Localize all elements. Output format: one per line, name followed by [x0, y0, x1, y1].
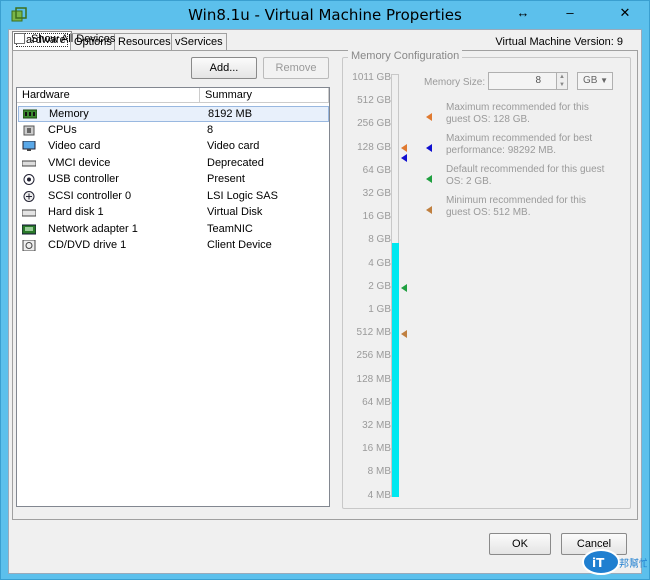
memory-slider-fill — [392, 243, 399, 497]
memory-scale-label: 32 GB — [362, 188, 391, 199]
legend-max-recommended: Maximum recommended for this guest OS: 1… — [446, 102, 589, 125]
scsi-icon — [23, 191, 35, 202]
default-recommended-marker — [401, 284, 407, 292]
memory-scale-label: 32 MB — [362, 420, 391, 431]
remove-device-button[interactable]: Remove — [263, 57, 329, 79]
title-bar[interactable]: Win8.1u - Virtual Machine Properties ↔ –… — [1, 1, 649, 29]
max-performance-marker — [401, 154, 407, 162]
hardware-row-name: Memory — [49, 108, 89, 120]
restore-icon[interactable]: ↔ — [509, 3, 537, 23]
memory-scale-label: 8 GB — [368, 234, 391, 246]
legend-min-recommended: Minimum recommended for this guest OS: 5… — [446, 195, 587, 218]
hardware-row-summary: 8192 MB — [208, 108, 253, 120]
svg-text:iT: iT — [592, 556, 605, 570]
memory-size-label: Memory Size: — [424, 77, 486, 88]
legend-max-performance: Maximum recommended for best performance… — [446, 133, 593, 156]
memory-scale-label: 2 GB — [368, 280, 391, 292]
memory-scale-label: 1 GB — [368, 304, 391, 315]
memory-scale-label: 128 MB — [356, 373, 391, 385]
tab-resources[interactable]: Resources — [114, 33, 175, 51]
memory-scale-label: 64 MB — [362, 396, 391, 408]
memory-scale-label: 64 GB — [362, 164, 391, 176]
window-title: Win8.1u - Virtual Machine Properties — [188, 6, 462, 24]
memory-scale-label: 256 MB — [356, 350, 391, 362]
hardware-row-network[interactable]: Network adapter 1 TeamNIC — [18, 222, 329, 238]
hardware-row-name: CD/DVD drive 1 — [48, 239, 127, 251]
memory-scale-label: 256 GB — [357, 118, 391, 130]
memory-icon — [23, 109, 37, 119]
memory-scale-label: 512 GB — [357, 95, 391, 107]
hardware-row-summary: LSI Logic SAS — [207, 190, 278, 202]
close-button[interactable]: ✕ — [611, 3, 639, 23]
memory-size-input[interactable]: 8 — [488, 72, 558, 90]
checkbox-box[interactable] — [14, 33, 25, 44]
hardware-row-cpus[interactable]: CPUs 8 — [18, 123, 329, 139]
memory-scale-label: 4 MB — [367, 489, 391, 501]
hardware-list[interactable]: Hardware Summary Memory 8192 MB CPUs 8 V… — [16, 87, 330, 507]
memory-scale-label: 8 MB — [367, 466, 391, 478]
hardware-row-memory[interactable]: Memory 8192 MB — [18, 106, 329, 122]
hardware-row-name: CPUs — [48, 124, 77, 136]
hardware-row-name: Hard disk 1 — [48, 206, 104, 218]
memory-configuration-title: Memory Configuration — [348, 50, 463, 62]
network-icon — [22, 224, 36, 235]
hardware-row-hard-disk[interactable]: Hard disk 1 Virtual Disk — [18, 205, 329, 221]
hardware-row-vmci[interactable]: VMCI device Deprecated — [18, 156, 329, 172]
column-header-summary[interactable]: Summary — [200, 88, 329, 103]
hardware-row-name: USB controller — [48, 173, 119, 185]
hardware-row-summary: 8 — [207, 124, 214, 136]
hardware-row-scsi[interactable]: SCSI controller 0 LSI Logic SAS — [18, 189, 329, 205]
hardware-row-video-card[interactable]: Video card Video card — [18, 139, 329, 155]
legend-max-performance-icon — [426, 144, 432, 152]
usb-icon — [23, 174, 35, 185]
memory-scale-label: 128 GB — [357, 141, 391, 153]
ok-button[interactable]: OK — [489, 533, 551, 555]
memory-scale-label: 16 GB — [362, 211, 391, 223]
legend-default-recommended: Default recommended for this guest OS: 2… — [446, 164, 605, 187]
minimize-button[interactable]: – — [556, 3, 584, 23]
memory-size-spinner[interactable]: ▲ ▼ — [556, 72, 568, 90]
disk-icon — [22, 209, 36, 217]
vm-version-label: Virtual Machine Version: 9 — [495, 36, 623, 48]
hardware-row-name: Network adapter 1 — [48, 223, 138, 235]
tab-vservices[interactable]: vServices — [171, 33, 227, 51]
hardware-row-summary: Virtual Disk — [207, 206, 263, 218]
vmci-icon — [22, 160, 36, 167]
memory-scale-label: 512 MB — [356, 327, 391, 339]
memory-scale-label: 4 GB — [368, 257, 391, 269]
hardware-row-name: Video card — [48, 140, 101, 152]
max-recommended-marker — [401, 144, 407, 152]
monitor-icon — [22, 141, 36, 151]
memory-scale-label: 16 MB — [362, 443, 391, 455]
hardware-row-name: VMCI device — [48, 157, 111, 169]
memory-unit-select[interactable]: GB ▼ — [577, 72, 613, 90]
legend-min-recommended-icon — [426, 206, 432, 214]
hardware-row-summary: Video card — [207, 140, 260, 152]
hardware-row-summary: Present — [207, 173, 245, 185]
ithome-watermark-logo: iT 邦幫忙 — [582, 549, 647, 575]
hardware-row-name: SCSI controller 0 — [48, 190, 132, 202]
legend-default-recommended-icon — [426, 175, 432, 183]
min-recommended-marker — [401, 330, 407, 338]
memory-scale-label: 1011 GB — [352, 72, 391, 83]
hardware-row-summary: Deprecated — [207, 157, 264, 169]
cpu-icon — [23, 125, 35, 136]
watermark-text: 邦幫忙 — [619, 557, 647, 570]
hardware-row-summary: TeamNIC — [207, 223, 253, 235]
hardware-row-usb[interactable]: USB controller Present — [18, 172, 329, 188]
cdrom-icon — [22, 240, 36, 251]
hardware-row-cdrom[interactable]: CD/DVD drive 1 Client Device — [18, 238, 329, 254]
chevron-down-icon: ▼ — [600, 76, 608, 85]
show-all-devices-checkbox[interactable]: Show All Devices — [14, 33, 115, 45]
column-header-hardware[interactable]: Hardware — [17, 88, 200, 103]
hardware-row-summary: Client Device — [207, 239, 272, 251]
properties-window: Win8.1u - Virtual Machine Properties ↔ –… — [0, 0, 650, 580]
add-device-button[interactable]: Add... — [191, 57, 257, 79]
legend-max-recommended-icon — [426, 113, 432, 121]
